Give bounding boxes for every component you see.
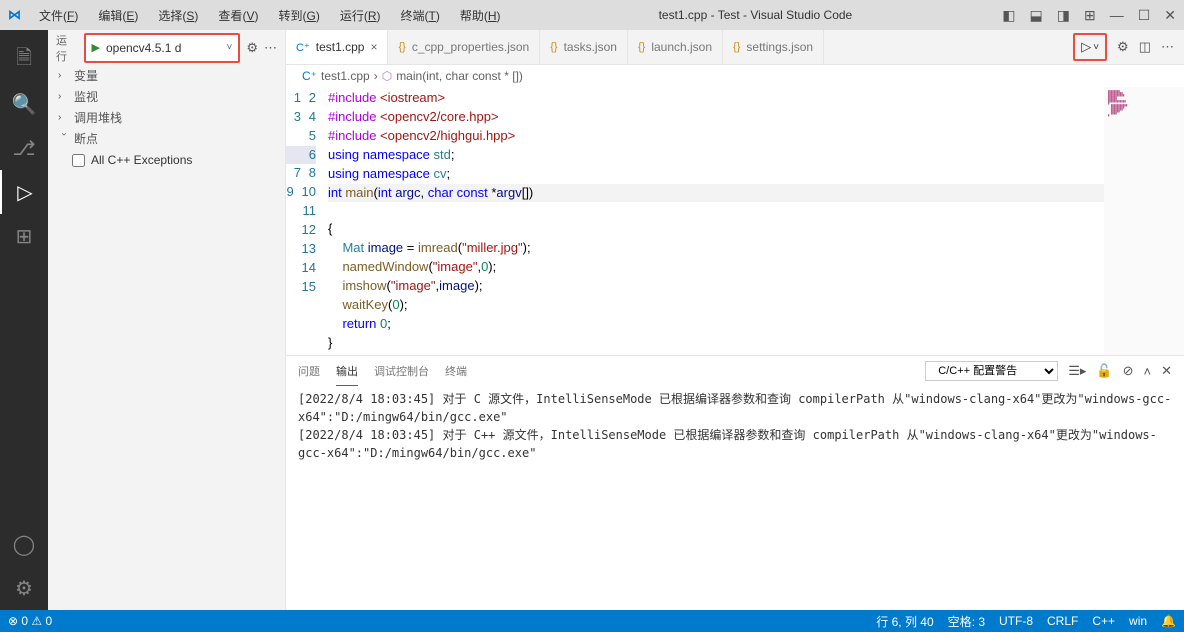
debug-config-dropdown[interactable]: ▶ opencv4.5.1 d ˅ — [84, 33, 241, 63]
section-variables[interactable]: ›变量 — [48, 65, 285, 86]
close-icon[interactable]: ✕ — [1164, 7, 1176, 24]
breakpoint-item[interactable]: All C++ Exceptions — [48, 149, 285, 171]
search-icon[interactable]: 🔍 — [0, 82, 48, 126]
titlebar: ⋈ 文件(F) 编辑(E) 选择(S) 查看(V) 转到(G) 运行(R) 终端… — [0, 0, 1184, 30]
cpp-icon: C⁺ — [302, 69, 317, 83]
section-breakpoints[interactable]: ›断点 — [48, 128, 285, 149]
minimize-icon[interactable]: — — [1110, 7, 1124, 23]
layout-bottom-icon[interactable]: ⬓ — [1030, 7, 1043, 24]
minimap[interactable]: ████████████████████████████████████████… — [1104, 87, 1184, 355]
json-icon: {} — [550, 41, 557, 53]
line-gutter: 1 2 3 4 5 6 7 8 9 10 11 12 13 14 15 — [286, 87, 328, 355]
filter-icon[interactable]: ☰▸ — [1068, 363, 1086, 379]
cpp-icon: C⁺ — [296, 41, 310, 54]
gear-icon[interactable]: ⚙ — [1117, 39, 1129, 55]
json-icon: {} — [638, 41, 645, 53]
tab-test1-cpp[interactable]: C⁺ test1.cpp × — [286, 30, 388, 64]
sb-lang[interactable]: C++ — [1092, 614, 1115, 628]
menu-select[interactable]: 选择(S) — [150, 5, 206, 26]
lock-icon[interactable]: 🔓 — [1096, 363, 1112, 379]
run-button[interactable]: ▷ ˅ — [1073, 33, 1107, 61]
editor-tabs: C⁺ test1.cpp × {} c_cpp_properties.json … — [286, 30, 1184, 65]
breakpoint-checkbox[interactable] — [72, 154, 85, 167]
gear-icon[interactable]: ⚙ — [246, 40, 258, 56]
layout-left-icon[interactable]: ◧ — [1002, 7, 1015, 24]
account-icon[interactable]: ◯ — [0, 522, 48, 566]
sidebar: 运行 ▶ opencv4.5.1 d ˅ ⚙ ⋯ ›变量 ›监视 ›调用堆栈 ›… — [48, 30, 286, 610]
menu-view[interactable]: 查看(V) — [210, 5, 266, 26]
chevron-down-icon: ˅ — [227, 42, 233, 53]
json-icon: {} — [733, 41, 740, 53]
source-control-icon[interactable]: ⎇ — [0, 126, 48, 170]
tab-settings-json[interactable]: {} settings.json — [723, 30, 824, 64]
panel-tab-output[interactable]: 输出 — [336, 357, 358, 386]
run-debug-icon[interactable]: ▷ — [0, 170, 48, 214]
panel: 问题 输出 调试控制台 终端 C/C++ 配置警告 ☰▸ 🔓 ⊘ ˄ ✕ [20… — [286, 355, 1184, 610]
output-channel-select[interactable]: C/C++ 配置警告 — [925, 361, 1058, 381]
panel-output[interactable]: [2022/8/4 18:03:45] 对于 C 源文件，IntelliSens… — [286, 386, 1184, 610]
menu-file[interactable]: 文件(F) — [31, 5, 86, 26]
section-watch[interactable]: ›监视 — [48, 86, 285, 107]
code-editor[interactable]: 1 2 3 4 5 6 7 8 9 10 11 12 13 14 15 #inc… — [286, 87, 1184, 355]
layout-grid-icon[interactable]: ⊞ — [1084, 7, 1096, 24]
more-icon[interactable]: ⋯ — [264, 40, 277, 56]
play-icon: ▶ — [92, 41, 100, 54]
sb-bell-icon[interactable]: 🔔 — [1161, 614, 1176, 628]
close-icon[interactable]: × — [370, 40, 377, 54]
sb-spaces[interactable]: 空格: 3 — [948, 613, 985, 630]
section-callstack[interactable]: ›调用堆栈 — [48, 107, 285, 128]
statusbar: ⊗ 0 ⚠ 0 行 6, 列 40 空格: 3 UTF-8 CRLF C++ w… — [0, 610, 1184, 632]
activitybar: 🗎 🔍 ⎇ ▷ ⊞ ◯ ⚙ — [0, 30, 48, 610]
close-icon[interactable]: ✕ — [1161, 363, 1172, 379]
tab-ccpp-properties[interactable]: {} c_cpp_properties.json — [388, 30, 540, 64]
panel-tab-debug[interactable]: 调试控制台 — [374, 357, 429, 385]
chevron-up-icon[interactable]: ˄ — [1144, 364, 1152, 379]
menu-help[interactable]: 帮助(H) — [452, 5, 509, 26]
settings-icon[interactable]: ⚙ — [0, 566, 48, 610]
vscode-logo: ⋈ — [8, 7, 21, 23]
play-icon: ▷ — [1081, 39, 1091, 55]
extensions-icon[interactable]: ⊞ — [0, 214, 48, 258]
json-icon: {} — [398, 41, 405, 53]
menu-goto[interactable]: 转到(G) — [270, 5, 327, 26]
more-icon[interactable]: ⋯ — [1161, 39, 1174, 55]
sb-cursor[interactable]: 行 6, 列 40 — [876, 613, 933, 630]
menu-terminal[interactable]: 终端(T) — [393, 5, 448, 26]
cube-icon: ⬡ — [382, 69, 392, 83]
sb-encoding[interactable]: UTF-8 — [999, 614, 1033, 628]
panel-tab-problems[interactable]: 问题 — [298, 357, 320, 385]
chevron-down-icon: ˅ — [1093, 42, 1099, 53]
run-label: 运行 — [56, 32, 78, 64]
maximize-icon[interactable]: ☐ — [1138, 7, 1151, 24]
layout-right-icon[interactable]: ◨ — [1057, 7, 1070, 24]
config-name: opencv4.5.1 d — [106, 41, 221, 55]
menu-run[interactable]: 运行(R) — [332, 5, 389, 26]
editor-area: C⁺ test1.cpp × {} c_cpp_properties.json … — [286, 30, 1184, 610]
sb-errors[interactable]: ⊗ 0 ⚠ 0 — [8, 614, 52, 628]
menu-edit[interactable]: 编辑(E) — [90, 5, 146, 26]
window-title: test1.cpp - Test - Visual Studio Code — [513, 8, 999, 22]
sb-win[interactable]: win — [1129, 614, 1147, 628]
breadcrumb[interactable]: C⁺ test1.cpp › ⬡ main(int, char const * … — [286, 65, 1184, 87]
tab-tasks-json[interactable]: {} tasks.json — [540, 30, 628, 64]
explorer-icon[interactable]: 🗎 — [0, 38, 48, 82]
breakpoint-label: All C++ Exceptions — [91, 153, 192, 167]
split-icon[interactable]: ◫ — [1139, 39, 1151, 55]
sb-eol[interactable]: CRLF — [1047, 614, 1078, 628]
tab-launch-json[interactable]: {} launch.json — [628, 30, 723, 64]
clear-icon[interactable]: ⊘ — [1123, 363, 1134, 379]
panel-tab-terminal[interactable]: 终端 — [445, 357, 467, 385]
code-content[interactable]: #include <iostream> #include <opencv2/co… — [328, 87, 1184, 355]
